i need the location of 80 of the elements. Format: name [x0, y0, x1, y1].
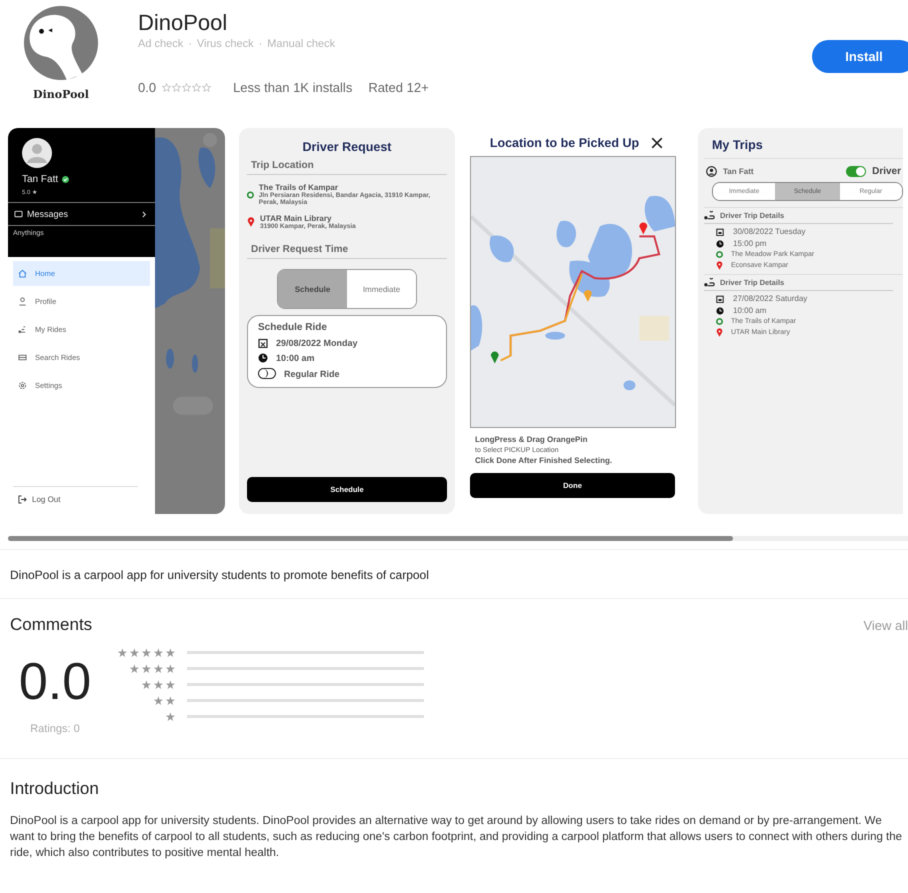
instruction-text: Click Done After Finished Selecting. — [475, 455, 614, 467]
user-circle-icon — [706, 166, 717, 177]
logo-wordmark: DinoPool — [33, 88, 89, 101]
check-label: Ad check — [138, 38, 184, 50]
star-level-label: ★★★★★ — [117, 646, 177, 660]
trip-time: 10:00 am — [733, 306, 766, 315]
regular-ride-toggle[interactable] — [258, 368, 276, 379]
calendar-icon — [258, 338, 268, 348]
driver-toggle[interactable] — [846, 166, 866, 177]
clock-icon — [716, 306, 724, 314]
location-pin-icon — [716, 328, 723, 337]
location-name: UTAR Main Library — [260, 214, 332, 223]
logout-item[interactable]: Log Out — [13, 486, 138, 504]
route-icon — [18, 325, 27, 334]
install-button[interactable]: Install — [812, 40, 908, 73]
star-icon — [182, 83, 192, 92]
star-icon — [172, 83, 182, 92]
introduction-text: DinoPool is a carpool app for university students. DinoPool provides an alternative way to get around by allowing users to take rides on demand or by pre-arrangement. We want to bring the benefits of carpool to all students, such as reducing one's carbon footprint, and providing a carpool platform that allows users to connect with others during the ride, which also contributes to positive mental health. — [10, 814, 904, 861]
ride-date: 29/08/2022 Monday — [276, 338, 358, 348]
close-icon[interactable] — [651, 137, 664, 149]
toggle-label: Driver — [872, 166, 901, 177]
app-title: DinoPool — [138, 10, 228, 36]
clock-icon — [716, 240, 724, 248]
content-rating: Rated 12+ — [368, 80, 429, 95]
calendar-icon — [716, 294, 724, 302]
screen-title: My Trips — [712, 138, 764, 152]
location-pin-icon — [247, 217, 255, 227]
route-icon — [704, 278, 715, 287]
separator-dot: · — [258, 38, 262, 50]
section-heading: Introduction — [10, 779, 100, 799]
dinosaur-logo-icon — [22, 4, 100, 82]
trip-time: 15:00 pm — [733, 239, 766, 248]
avatar-icon — [22, 138, 52, 168]
chat-icon — [14, 210, 23, 218]
star-icon — [192, 83, 202, 92]
star-level-label: ★ — [165, 710, 177, 724]
star-level-label: ★★ — [153, 694, 177, 708]
section-heading: Comments — [10, 615, 92, 635]
star-level-label: ★★★★ — [129, 662, 177, 676]
trip-date: 27/08/2022 Saturday — [733, 294, 808, 303]
rating-value: 0.0 — [138, 80, 156, 95]
section-heading: Driver Request Time — [247, 240, 447, 259]
logout-icon — [18, 495, 27, 504]
home-icon — [18, 269, 27, 278]
ratings-count: Ratings: 0 — [30, 723, 80, 735]
section-heading: Trip Location — [247, 156, 447, 175]
user-name: Tan Fatt — [723, 167, 755, 176]
check-label: Virus check — [196, 38, 254, 50]
origin-marker-icon — [247, 190, 254, 198]
clock-icon — [258, 353, 268, 363]
person-icon — [18, 297, 27, 306]
star-icon — [162, 83, 172, 92]
segment-tab[interactable]: Schedule — [278, 270, 347, 308]
star-level-label: ★★★ — [141, 678, 177, 692]
ride-time: 10:00 am — [276, 353, 315, 363]
separator-dot: · — [188, 38, 192, 50]
calendar-icon — [716, 228, 724, 236]
screen-title: Driver Request — [302, 140, 392, 154]
trip-date: 30/08/2022 Tuesday — [733, 227, 806, 236]
route-icon — [704, 211, 715, 220]
gear-icon — [18, 381, 27, 390]
instruction-text: LongPress & Drag OrangePin — [475, 434, 588, 446]
segment-tab[interactable]: Immediate — [347, 270, 416, 308]
horizontal-scrollbar[interactable] — [8, 536, 908, 541]
messages-item[interactable]: Messages — [8, 202, 155, 226]
origin-marker-icon — [716, 318, 723, 325]
app-description: DinoPool is a carpool app for university students to promote benefits of carpool — [0, 549, 908, 599]
chevron-right-icon — [142, 210, 147, 218]
panel-title: Schedule Ride — [258, 322, 328, 333]
app-screenshot[interactable] — [239, 128, 455, 514]
screen-title: Location to be Picked Up — [490, 136, 640, 150]
toggle-label: Regular Ride — [284, 368, 340, 378]
user-name: Tan Fatt — [22, 174, 58, 185]
location-name: The Trails of Kampar — [258, 183, 339, 192]
install-count: Less than 1K installs — [233, 80, 352, 95]
average-rating: 0.0 — [18, 655, 92, 709]
check-label: Manual check — [267, 38, 336, 50]
location-pin-icon — [716, 261, 723, 270]
origin-marker-icon — [716, 251, 723, 258]
star-icon — [202, 83, 212, 92]
